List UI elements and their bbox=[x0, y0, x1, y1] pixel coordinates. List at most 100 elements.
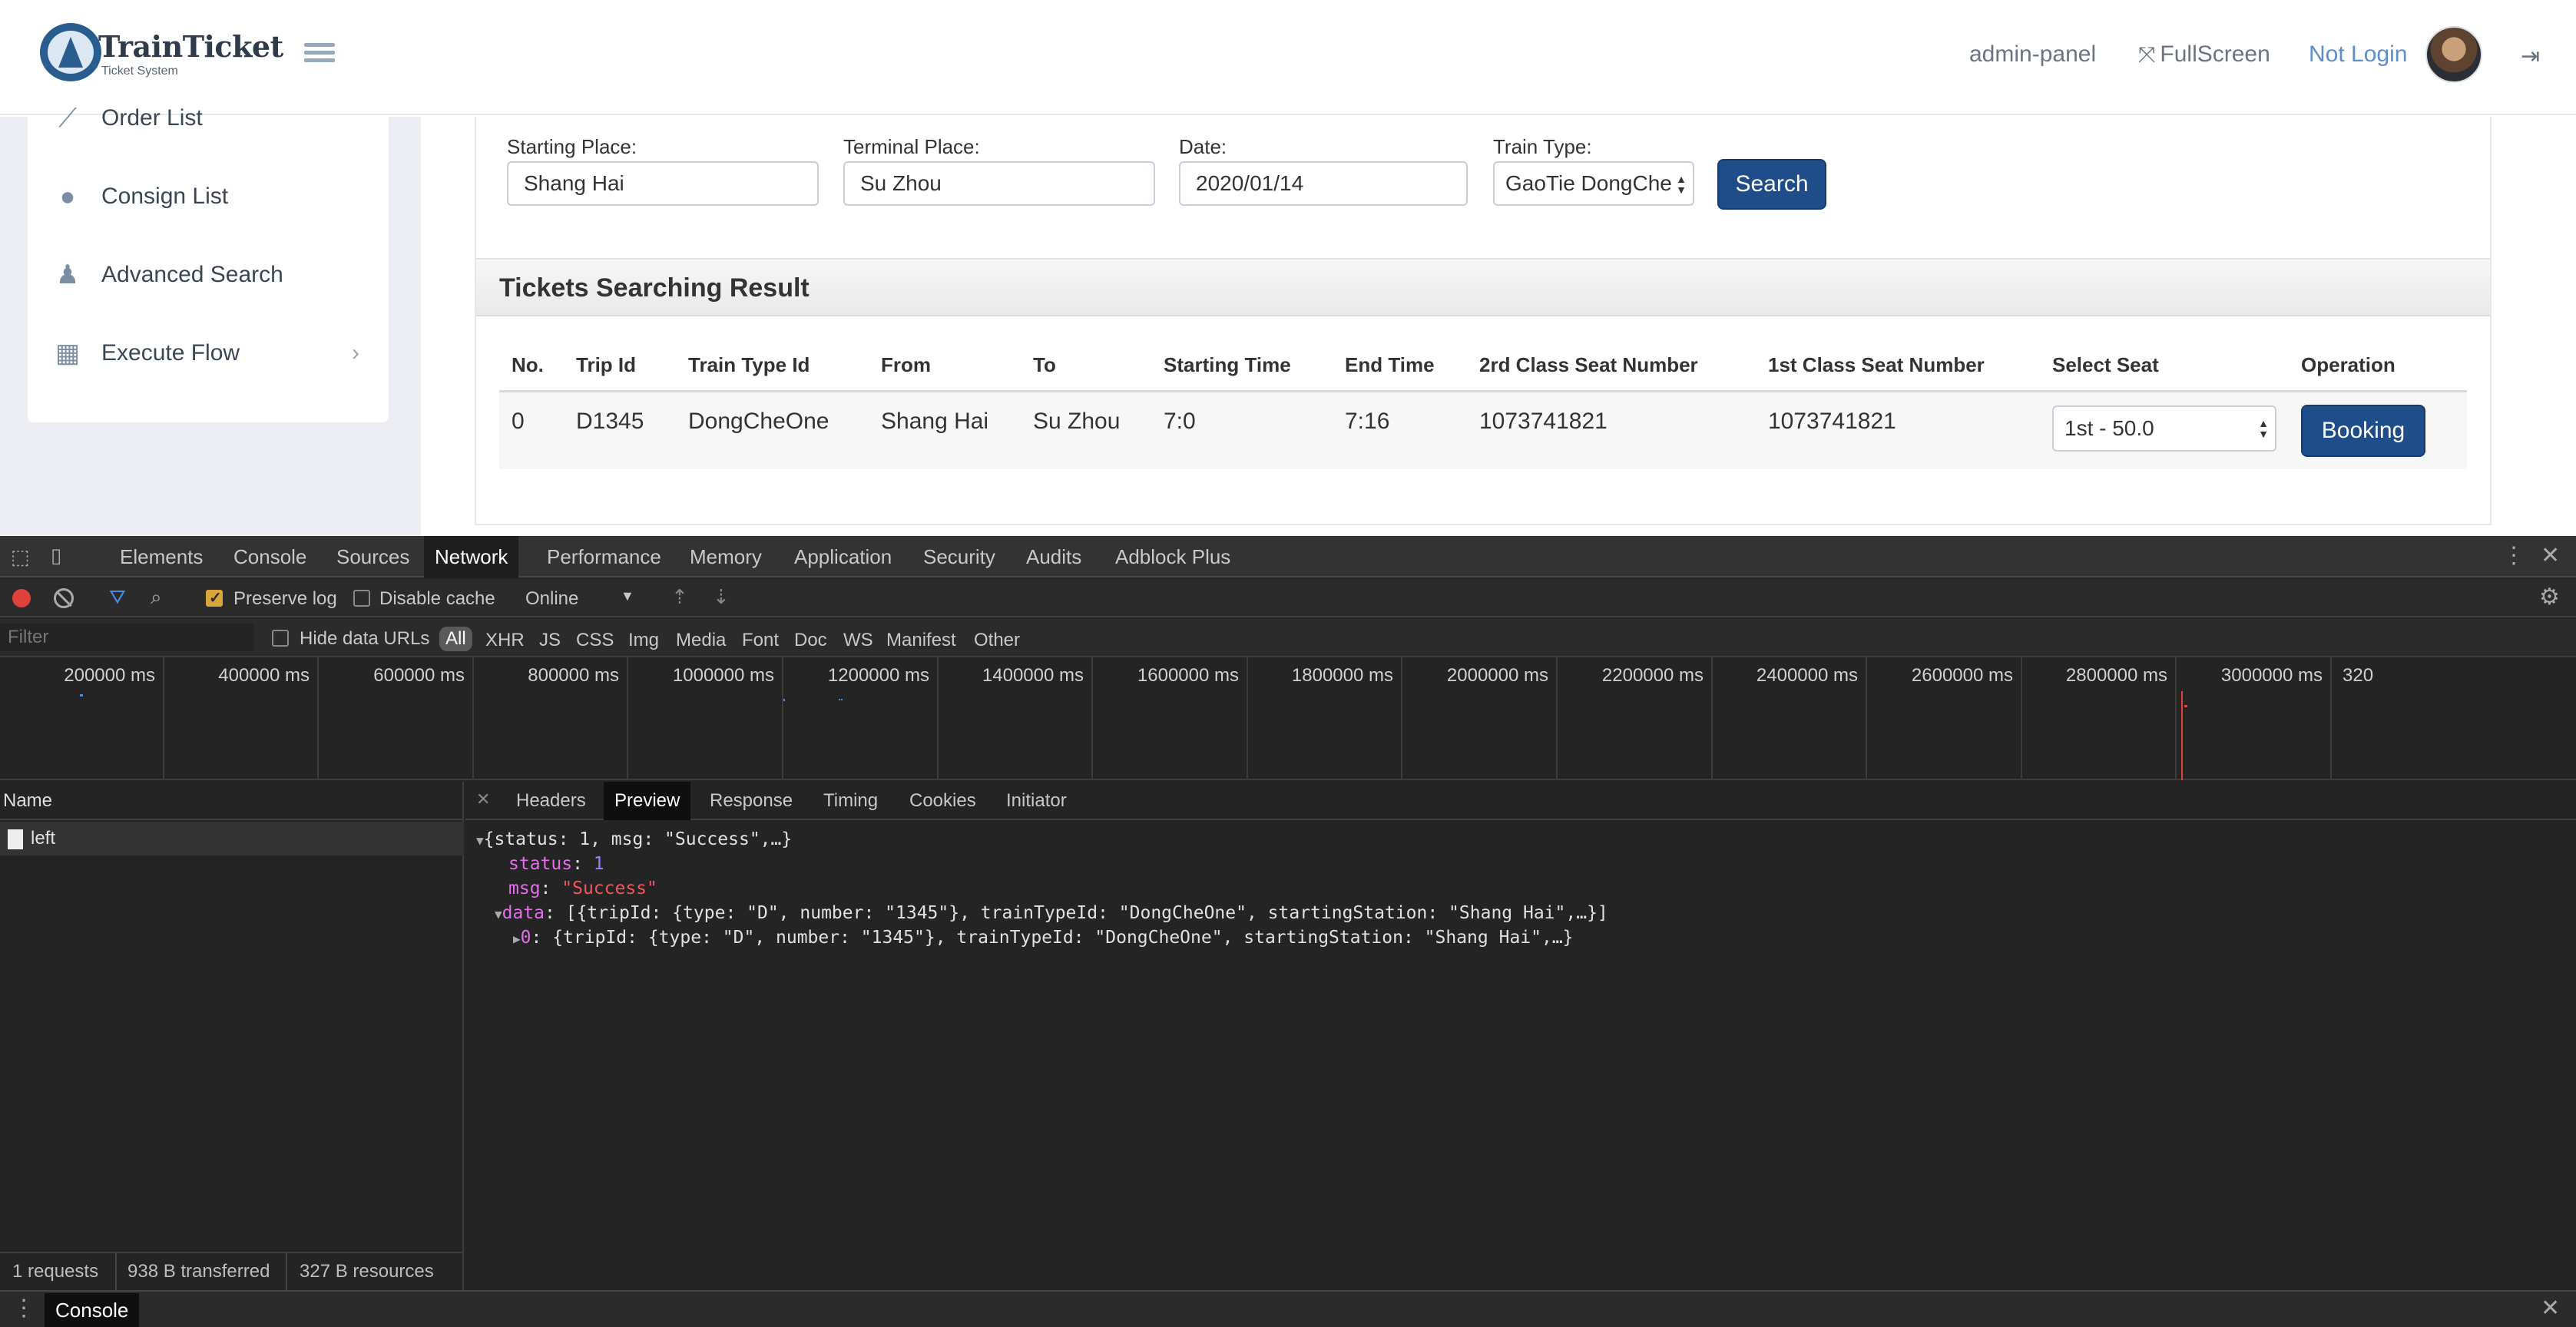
filter-type-ws[interactable]: WS bbox=[843, 630, 873, 651]
tab-performance[interactable]: Performance bbox=[536, 536, 672, 577]
throttle-select[interactable]: Online ▼ bbox=[525, 588, 637, 610]
network-timeline-overview[interactable]: 200000 ms 400000 ms 600000 ms 800000 ms 1000… bbox=[0, 657, 2576, 780]
import-har-icon[interactable]: ⇡ bbox=[671, 585, 688, 609]
json-root-line[interactable]: ▼{status: 1, msg: "Success",…} bbox=[476, 829, 792, 849]
filter-type-css[interactable]: CSS bbox=[576, 630, 614, 651]
device-toolbar-icon[interactable]: ▯ bbox=[51, 544, 61, 568]
train-type-select[interactable]: GaoTie DongChe ▲ ▼ bbox=[1493, 161, 1694, 206]
settings-gear-icon[interactable]: ⚙ bbox=[2539, 584, 2560, 611]
sidebar-item-advanced-search[interactable]: ♟ Advanced Search bbox=[51, 252, 373, 298]
sidebar-item-consign-list[interactable]: ● Consign List bbox=[51, 174, 373, 220]
menu-toggle-icon[interactable] bbox=[304, 43, 335, 68]
tab-application[interactable]: Application bbox=[783, 536, 902, 577]
column-header: Select Seat bbox=[2052, 353, 2159, 376]
disable-cache-checkbox[interactable] bbox=[353, 590, 370, 607]
terminal-place-input[interactable] bbox=[843, 161, 1155, 206]
fullscreen-link[interactable]: ⤧ FullScreen bbox=[2138, 41, 2270, 68]
tab-response[interactable]: Response bbox=[699, 782, 803, 820]
record-icon[interactable] bbox=[12, 589, 31, 607]
sidebar-item-label: Advanced Search bbox=[101, 262, 283, 287]
login-link[interactable]: Not Login bbox=[2309, 41, 2407, 68]
tab-network[interactable]: Network bbox=[424, 536, 519, 577]
sidebar-item-execute-flow[interactable]: ▦ Execute Flow › bbox=[51, 330, 373, 376]
filter-type-manifest[interactable]: Manifest bbox=[886, 630, 956, 651]
starting-place-label: Starting Place: bbox=[507, 135, 637, 158]
inspect-icon[interactable]: ⬚ bbox=[11, 545, 30, 569]
filter-input[interactable] bbox=[0, 624, 253, 651]
network-summary-bar: 1 requests 938 B transferred 327 B resou… bbox=[0, 1252, 464, 1290]
tab-memory[interactable]: Memory bbox=[679, 536, 773, 577]
timeline-request-mark bbox=[839, 699, 841, 705]
name-column-header[interactable]: Name bbox=[0, 782, 464, 820]
filter-type-all[interactable]: All bbox=[439, 627, 472, 651]
timeline-tick-label: 1200000 ms bbox=[827, 665, 929, 686]
filter-type-font[interactable]: Font bbox=[742, 630, 779, 651]
avatar[interactable] bbox=[2425, 26, 2482, 83]
console-drawer: ⋮ Console ✕ bbox=[0, 1290, 2576, 1327]
tab-cookies[interactable]: Cookies bbox=[899, 782, 987, 820]
collapse-triangle-icon: ▼ bbox=[476, 833, 484, 848]
drawer-menu-icon[interactable]: ⋮ bbox=[12, 1295, 35, 1322]
timeline-gridline bbox=[1247, 657, 1248, 780]
filter-type-xhr[interactable]: XHR bbox=[485, 630, 525, 651]
brand-title: TrainTicket bbox=[98, 29, 283, 64]
results-header: Tickets Searching Result bbox=[476, 258, 2490, 316]
booking-button[interactable]: Booking bbox=[2301, 405, 2425, 457]
filter-type-js[interactable]: JS bbox=[539, 630, 561, 651]
tab-timing[interactable]: Timing bbox=[813, 782, 889, 820]
json-data-line[interactable]: ▼data: [{tripId: {type: "D", number: "13… bbox=[495, 903, 1608, 923]
close-devtools-icon[interactable]: ✕ bbox=[2541, 542, 2560, 569]
trainticket-logo[interactable] bbox=[40, 23, 101, 81]
request-count: 1 requests bbox=[12, 1261, 99, 1282]
sidebar-item-label: Execute Flow bbox=[101, 340, 240, 366]
filter-type-img[interactable]: Img bbox=[628, 630, 659, 651]
close-drawer-icon[interactable]: ✕ bbox=[2541, 1295, 2560, 1322]
admin-panel-link[interactable]: admin-panel bbox=[1969, 41, 2096, 68]
json-string: "Success" bbox=[561, 879, 657, 898]
timeline-gridline bbox=[782, 657, 783, 780]
filter-type-doc[interactable]: Doc bbox=[794, 630, 827, 651]
starting-place-input[interactable] bbox=[507, 161, 819, 206]
column-header: To bbox=[1033, 353, 1056, 376]
column-header: No. bbox=[512, 353, 544, 376]
hide-data-urls-checkbox[interactable] bbox=[272, 630, 289, 647]
json-root-summary: {status: 1, msg: "Success",…} bbox=[483, 829, 793, 849]
timeline-tick-label: 2600000 ms bbox=[1911, 665, 2013, 686]
seat-select[interactable]: 1st - 50.0 ▲ ▼ bbox=[2052, 405, 2276, 452]
tab-elements[interactable]: Elements bbox=[109, 536, 214, 577]
dropdown-arrow-icon: ▼ bbox=[621, 588, 634, 604]
filter-type-other[interactable]: Other bbox=[974, 630, 1020, 651]
tab-preview[interactable]: Preview bbox=[604, 782, 691, 820]
search-icon[interactable]: ⌕ bbox=[151, 585, 162, 610]
transferred-size: 938 B transferred bbox=[127, 1261, 270, 1282]
export-har-icon[interactable]: ⇣ bbox=[713, 585, 730, 609]
logout-icon[interactable]: ⇥ bbox=[2521, 43, 2540, 70]
tab-sources[interactable]: Sources bbox=[326, 536, 420, 577]
sidebar-item-order-list[interactable]: ⟋ Order List bbox=[51, 95, 373, 141]
tab-console[interactable]: Console bbox=[223, 536, 317, 577]
chevron-right-icon: › bbox=[352, 340, 359, 366]
tab-headers[interactable]: Headers bbox=[505, 782, 597, 820]
tab-security[interactable]: Security bbox=[912, 536, 1006, 577]
timeline-gridline bbox=[2330, 657, 2332, 780]
cell-to: Su Zhou bbox=[1033, 409, 1121, 434]
tab-initiator[interactable]: Initiator bbox=[995, 782, 1078, 820]
timeline-gridline bbox=[472, 657, 474, 780]
more-options-icon[interactable]: ⋮ bbox=[2502, 542, 2525, 569]
date-input[interactable] bbox=[1179, 161, 1468, 206]
network-filterbar: Hide data URLs All XHR JS CSS Img Media … bbox=[0, 619, 2576, 657]
tab-adblock-plus[interactable]: Adblock Plus bbox=[1104, 536, 1241, 577]
json-item-line[interactable]: ▶0: {tripId: {type: "D", number: "1345"}… bbox=[513, 928, 1574, 948]
tab-audits[interactable]: Audits bbox=[1015, 536, 1092, 577]
timeline-gridline bbox=[937, 657, 939, 780]
timeline-gridline bbox=[1866, 657, 1867, 780]
close-detail-icon[interactable]: ✕ bbox=[476, 789, 490, 809]
request-row[interactable]: left bbox=[0, 822, 464, 855]
drawer-tab-console[interactable]: Console bbox=[45, 1293, 140, 1327]
disable-cache-label: Disable cache bbox=[379, 588, 495, 609]
preserve-log-checkbox[interactable] bbox=[206, 588, 223, 607]
filter-type-media[interactable]: Media bbox=[676, 630, 726, 651]
filter-icon[interactable]: ⛛ bbox=[109, 585, 126, 610]
search-button[interactable]: Search bbox=[1717, 159, 1826, 210]
clear-icon[interactable] bbox=[54, 588, 74, 608]
